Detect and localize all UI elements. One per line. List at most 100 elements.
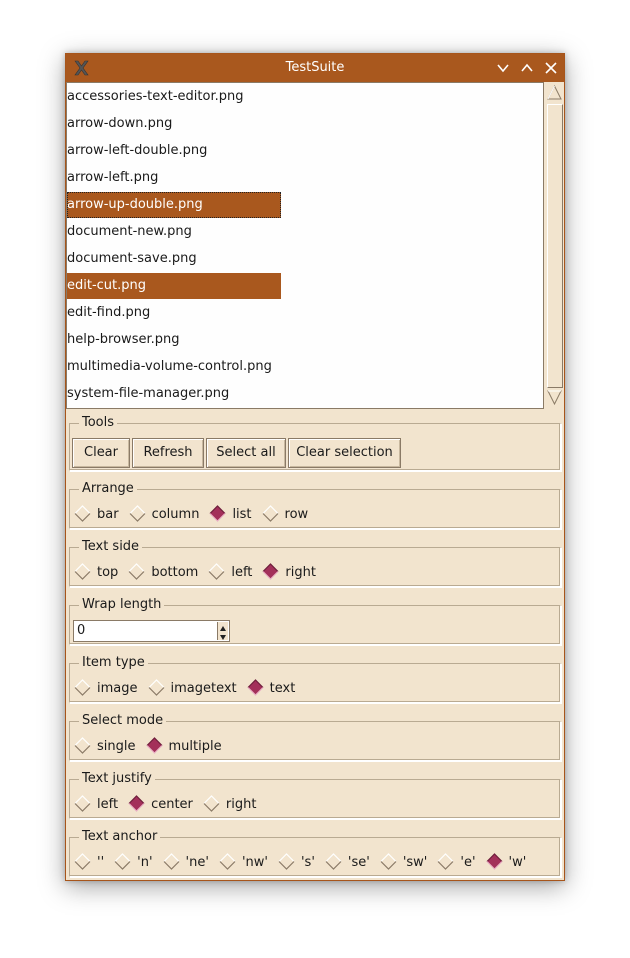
list-item[interactable]: system-file-manager.png: [67, 381, 229, 407]
radio-row: '' 'n' 'ne' 'nw' 's' 'se' 'sw' 'e' 'w': [74, 852, 536, 874]
scroll-down-arrow-icon[interactable]: [546, 387, 563, 407]
wrap-length-spinbox[interactable]: 0: [73, 620, 230, 642]
clear-selection-button[interactable]: Clear selection: [288, 438, 401, 468]
radio-option[interactable]: bottom: [128, 562, 198, 584]
radio-label: right: [225, 797, 257, 812]
scrollbar-thumb[interactable]: [547, 104, 563, 388]
group-legend: Arrange: [79, 481, 137, 497]
list-item[interactable]: document-new.png: [67, 219, 192, 245]
list-item[interactable]: arrow-up-double.png: [67, 192, 281, 218]
radio-option[interactable]: 'sw': [380, 852, 428, 874]
radio-row: left center right: [74, 794, 266, 816]
radio-option[interactable]: bar: [74, 504, 119, 526]
refresh-button[interactable]: Refresh: [132, 438, 204, 468]
list-item[interactable]: arrow-left.png: [67, 165, 158, 191]
wrap-length-value: 0: [77, 623, 86, 638]
wrap-length-legend: Wrap length: [79, 597, 165, 613]
list-item[interactable]: multimedia-volume-control.png: [67, 354, 272, 380]
list-item[interactable]: help-browser.png: [67, 327, 180, 353]
radio-label: multiple: [168, 739, 222, 754]
radio-indicator-icon: [74, 853, 91, 870]
radio-label: 's': [300, 855, 315, 870]
list-item[interactable]: document-save.png: [67, 246, 197, 272]
group-legend: Text side: [79, 539, 143, 555]
maximize-button[interactable]: [519, 60, 535, 76]
scroll-up-arrow-icon[interactable]: [546, 83, 563, 103]
radio-indicator-icon: [262, 563, 279, 580]
radio-label: 'nw': [241, 855, 268, 870]
radio-option[interactable]: text: [247, 678, 295, 700]
radio-option[interactable]: right: [262, 562, 316, 584]
clear-button[interactable]: Clear: [72, 438, 130, 468]
vertical-scrollbar[interactable]: [545, 82, 564, 409]
minimize-button[interactable]: [495, 60, 511, 76]
radio-row: single multiple: [74, 736, 232, 758]
radio-option[interactable]: multiple: [146, 736, 222, 758]
title-bar[interactable]: TestSuite: [66, 54, 564, 82]
group-legend: Text anchor: [79, 829, 161, 845]
radio-option[interactable]: left: [74, 794, 118, 816]
radio-option[interactable]: image: [74, 678, 138, 700]
radio-label: column: [151, 507, 200, 522]
file-listbox[interactable]: accessories-text-editor.png arrow-down.pn…: [66, 82, 544, 409]
spin-up-button[interactable]: [217, 622, 228, 631]
list-item[interactable]: edit-cut.png: [67, 273, 281, 299]
radio-option[interactable]: 'n': [114, 852, 153, 874]
radio-option[interactable]: column: [129, 504, 200, 526]
spin-down-button[interactable]: [217, 631, 228, 640]
radio-label: row: [284, 507, 309, 522]
radio-option[interactable]: imagetext: [148, 678, 237, 700]
radio-indicator-icon: [380, 853, 397, 870]
text-side-group: Text side top bottom left right: [69, 539, 561, 587]
list-item[interactable]: arrow-left-double.png: [67, 138, 207, 164]
list-item[interactable]: accessories-text-editor.png: [67, 84, 243, 110]
text-anchor-group: Text anchor '' 'n' 'ne' 'nw' 's' 'se' 'sw' 'e' 'w…: [69, 829, 561, 877]
radio-option[interactable]: right: [203, 794, 257, 816]
radio-option[interactable]: 'w': [486, 852, 526, 874]
radio-indicator-icon: [437, 853, 454, 870]
text-justify-group: Text justify left center right: [69, 771, 561, 819]
radio-indicator-icon: [74, 737, 91, 754]
radio-indicator-icon: [262, 505, 278, 522]
radio-option[interactable]: single: [74, 736, 136, 758]
radio-label: 'sw': [402, 855, 428, 870]
radio-indicator-icon: [148, 679, 164, 696]
radio-option[interactable]: left: [208, 562, 252, 584]
radio-label: left: [231, 565, 253, 580]
radio-option[interactable]: '': [74, 852, 104, 874]
radio-indicator-icon: [74, 679, 91, 696]
radio-option[interactable]: 'ne': [163, 852, 209, 874]
close-button[interactable]: [543, 60, 559, 76]
radio-label: 'ne': [185, 855, 209, 870]
radio-option[interactable]: 'e': [437, 852, 476, 874]
tools-legend: Tools: [79, 415, 118, 431]
radio-row: image imagetext text: [74, 678, 305, 700]
close-icon: [545, 62, 557, 74]
arrow-down-icon: [220, 635, 226, 640]
group-legend: Item type: [79, 655, 148, 671]
radio-label: left: [97, 797, 119, 812]
arrange-group: Arrange bar column list row: [69, 481, 561, 529]
radio-indicator-icon: [74, 505, 91, 522]
list-item[interactable]: edit-find.png: [67, 300, 150, 326]
list-item[interactable]: arrow-down.png: [67, 111, 172, 137]
radio-row: bar column list row: [74, 504, 318, 526]
select-all-button[interactable]: Select all: [206, 438, 286, 468]
radio-option[interactable]: 'nw': [219, 852, 268, 874]
radio-indicator-icon: [74, 795, 91, 812]
radio-indicator-icon: [210, 505, 226, 522]
radio-indicator-icon: [325, 853, 342, 870]
radio-indicator-icon: [203, 795, 220, 812]
radio-option[interactable]: list: [209, 504, 252, 526]
radio-option[interactable]: row: [262, 504, 309, 526]
radio-option[interactable]: center: [128, 794, 193, 816]
radio-label: single: [97, 739, 136, 754]
radio-option[interactable]: 's': [278, 852, 315, 874]
radio-option[interactable]: top: [74, 562, 118, 584]
radio-label: 'e': [460, 855, 476, 870]
radio-label: 'se': [347, 855, 370, 870]
radio-indicator-icon: [208, 563, 225, 580]
radio-label: top: [97, 565, 119, 580]
radio-indicator-icon: [128, 795, 145, 812]
radio-option[interactable]: 'se': [325, 852, 370, 874]
